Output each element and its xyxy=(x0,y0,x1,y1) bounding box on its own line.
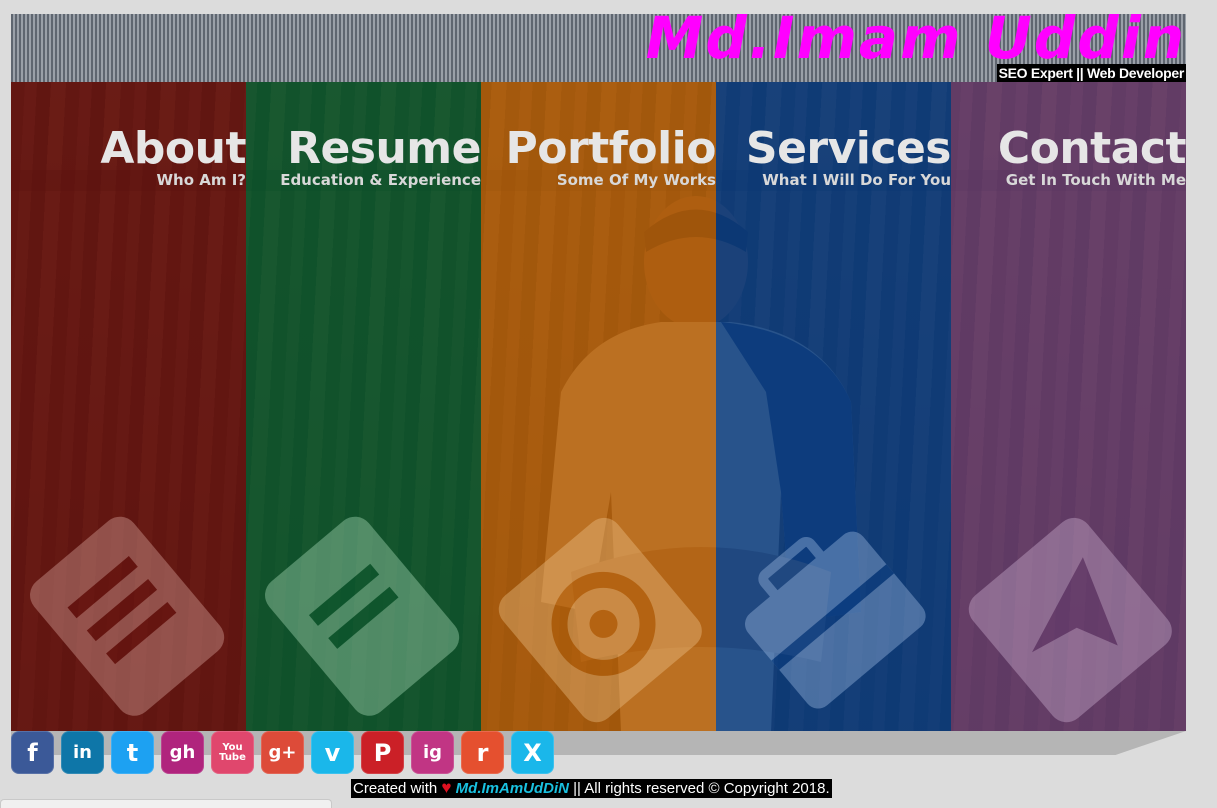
resume-icon xyxy=(265,516,460,716)
section-title[interactable]: About xyxy=(100,122,246,176)
linkedin-icon[interactable]: in xyxy=(61,731,104,774)
pinterest-icon[interactable]: P xyxy=(361,731,404,774)
nav-resume[interactable]: Resume Education & Experience xyxy=(246,82,481,731)
section-subtitle: What I Will Do For You xyxy=(762,171,951,189)
social-label: v xyxy=(324,738,341,767)
social-label: f xyxy=(27,738,38,767)
nav-services[interactable]: Services What I Will Do For You xyxy=(716,82,951,731)
document-icon xyxy=(30,516,225,716)
github-icon[interactable]: gh xyxy=(161,731,204,774)
section-title[interactable]: Portfolio xyxy=(506,122,716,176)
send-icon xyxy=(968,517,1172,723)
xing-icon[interactable]: X xyxy=(511,731,554,774)
social-label: X xyxy=(523,738,542,767)
briefcase-icon xyxy=(745,531,926,709)
site-tagline: SEO Expert || Web Developer xyxy=(996,64,1186,82)
instagram-icon[interactable]: ig xyxy=(411,731,454,774)
site-logo-title[interactable]: Md.Imam Uddin xyxy=(646,4,1186,72)
nav-about[interactable]: About Who Am I? xyxy=(11,82,246,731)
social-label: t xyxy=(126,738,139,767)
nav-contact[interactable]: Contact Get In Touch With Me xyxy=(951,82,1186,731)
social-label: in xyxy=(73,741,92,763)
social-label: ig xyxy=(422,741,443,763)
youtube-icon[interactable]: You Tube xyxy=(211,731,254,774)
social-label: P xyxy=(373,738,392,767)
social-links: f in t gh You Tube g+ v Pig r X xyxy=(11,731,554,774)
vimeo-icon[interactable]: v xyxy=(311,731,354,774)
section-subtitle: Who Am I? xyxy=(156,171,247,189)
section-subtitle: Education & Experience xyxy=(280,171,481,189)
hero-stage: About Who Am I? Resume Education & Experie… xyxy=(11,82,1186,731)
section-title[interactable]: Contact xyxy=(998,122,1186,176)
social-label: gh xyxy=(169,741,196,763)
social-label: g+ xyxy=(268,741,297,763)
section-subtitle: Get In Touch With Me xyxy=(1005,171,1186,189)
section-title[interactable]: Services xyxy=(746,122,951,176)
google-plus-icon[interactable]: g+ xyxy=(261,731,304,774)
heart-icon: ♥ xyxy=(441,778,452,797)
section-subtitle: Some Of My Works xyxy=(556,171,716,189)
section-title[interactable]: Resume xyxy=(287,122,481,176)
footer-credits: Created with ♥ Md.ImAmUdDiN || All right… xyxy=(351,779,832,798)
reddit-icon[interactable]: r xyxy=(461,731,504,774)
camera-icon xyxy=(498,517,702,723)
social-label: You Tube xyxy=(219,741,246,763)
nav-portfolio[interactable]: Portfolio Some Of My Works xyxy=(481,82,716,731)
social-label: r xyxy=(476,738,489,767)
footer-author-link[interactable]: Md.ImAmUdDiN xyxy=(456,780,569,797)
footer-copyright: || All rights reserved © Copyright 2018. xyxy=(573,780,830,797)
footer-prefix: Created with xyxy=(353,780,438,797)
twitter-icon[interactable]: t xyxy=(111,731,154,774)
facebook-icon[interactable]: f xyxy=(11,731,54,774)
site-header: Md.Imam Uddin SEO Expert || Web Develope… xyxy=(11,4,1186,82)
